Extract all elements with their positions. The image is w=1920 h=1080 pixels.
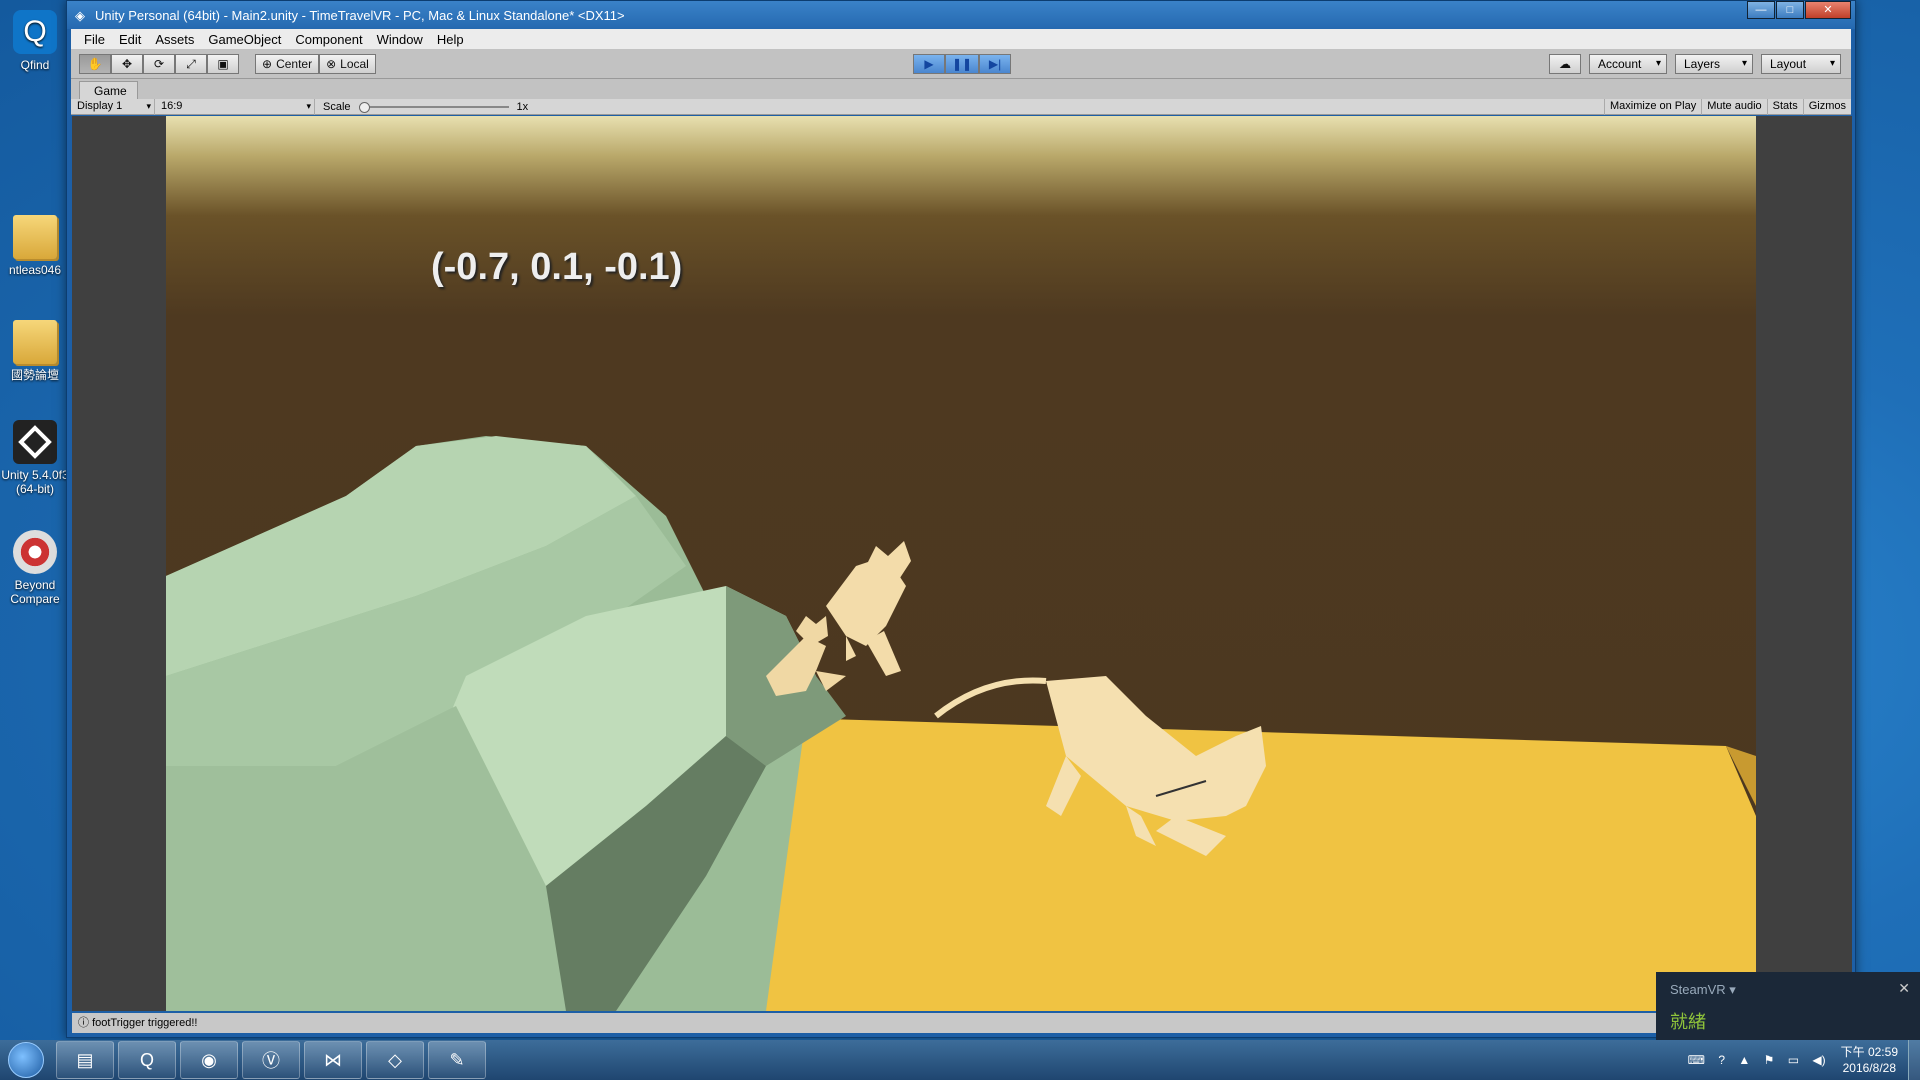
- clock-date: 2016/8/28: [1842, 1061, 1896, 1075]
- display-dropdown[interactable]: Display 1: [71, 98, 155, 115]
- pause-button[interactable]: ❚❚: [945, 54, 980, 74]
- title-bar[interactable]: ◈ Unity Personal (64bit) - Main2.unity -…: [67, 1, 1855, 29]
- desktop-icon-label: Qfind: [20, 58, 50, 72]
- desktop-icon-beyond-compare[interactable]: Beyond Compare: [0, 530, 70, 606]
- local-icon: ⊗: [326, 57, 337, 71]
- account-dropdown[interactable]: Account: [1589, 54, 1667, 74]
- pivot-mode-label: Center: [276, 57, 313, 71]
- help-icon[interactable]: ?: [1718, 1053, 1725, 1067]
- tab-game-label: Game: [94, 84, 127, 98]
- close-icon[interactable]: ✕: [1898, 980, 1910, 997]
- menu-file[interactable]: File: [77, 32, 112, 47]
- desktop-icon-folder-2[interactable]: 國勢論壇: [0, 320, 70, 382]
- menu-bar: File Edit Assets GameObject Component Wi…: [71, 29, 1851, 49]
- game-scene[interactable]: (-0.7, 0.1, -0.1): [166, 116, 1756, 1011]
- coordinates-label: (-0.7, 0.1, -0.1): [431, 246, 683, 288]
- start-button[interactable]: [0, 1040, 52, 1080]
- scale-tool-icon[interactable]: ⤢: [175, 54, 207, 74]
- folder-icon: [13, 215, 57, 259]
- close-button[interactable]: ✕: [1805, 1, 1851, 19]
- desktop-icon-label: ntleas046: [8, 263, 62, 277]
- hand-tool-icon[interactable]: ✋: [79, 54, 111, 74]
- unity-icon: ◈: [75, 8, 85, 23]
- menu-assets[interactable]: Assets: [148, 32, 201, 47]
- desktop-icon-label: Unity 5.4.0f3 (64-bit): [1, 468, 69, 496]
- show-desktop-button[interactable]: [1908, 1040, 1920, 1080]
- mute-audio-toggle[interactable]: Mute audio: [1701, 99, 1766, 115]
- unity-icon: [13, 420, 57, 464]
- step-button[interactable]: ▶|: [979, 54, 1012, 74]
- menu-component[interactable]: Component: [288, 32, 369, 47]
- network-icon[interactable]: ▭: [1788, 1053, 1799, 1067]
- scene-render: [166, 436, 1756, 1011]
- pivot-local-button[interactable]: ⊗ Local: [319, 54, 376, 74]
- window-title: Unity Personal (64bit) - Main2.unity - T…: [95, 7, 625, 23]
- beyond-compare-icon: [13, 530, 57, 574]
- tab-row: Game: [71, 79, 1851, 99]
- menu-window[interactable]: Window: [370, 32, 430, 47]
- pivot-icon: ⊕: [262, 57, 273, 71]
- move-tool-icon[interactable]: ✥: [111, 54, 143, 74]
- taskbar: ▤ Q ◉ Ⓥ ⋈ ◇ ✎ ⌨ ? ▲ ⚑ ▭ ◀) 下午 02:59 2016…: [0, 1040, 1920, 1080]
- keyboard-icon[interactable]: ⌨: [1688, 1053, 1705, 1067]
- minimize-button[interactable]: —: [1747, 1, 1775, 19]
- menu-help[interactable]: Help: [430, 32, 471, 47]
- rect-tool-icon[interactable]: ▣: [207, 54, 239, 74]
- desktop-icon-label: Beyond Compare: [10, 578, 60, 606]
- system-tray: ⌨ ? ▲ ⚑ ▭ ◀) 下午 02:59 2016/8/28: [1683, 1040, 1920, 1080]
- tray-icons: ⌨ ? ▲ ⚑ ▭ ◀): [1683, 1053, 1831, 1067]
- maximize-on-play-toggle[interactable]: Maximize on Play: [1604, 99, 1701, 115]
- unity-icon[interactable]: ◇: [366, 1041, 424, 1079]
- play-button[interactable]: ▶: [913, 54, 945, 74]
- flag-icon[interactable]: ⚑: [1764, 1053, 1775, 1067]
- windows-orb-icon: [8, 1042, 44, 1078]
- scale-slider[interactable]: [358, 101, 509, 113]
- unity-window: ◈ Unity Personal (64bit) - Main2.unity -…: [66, 0, 1856, 1038]
- qfind-icon[interactable]: Q: [118, 1041, 176, 1079]
- gizmos-dropdown[interactable]: Gizmos: [1802, 99, 1851, 115]
- clock[interactable]: 下午 02:59 2016/8/28: [1831, 1044, 1908, 1076]
- search-app-icon: Q: [13, 10, 57, 54]
- desktop-icon-label: 國勢論壇: [10, 368, 59, 382]
- pivot-rotation-label: Local: [340, 57, 369, 71]
- chrome-icon[interactable]: ◉: [180, 1041, 238, 1079]
- scale-value: 1x: [516, 100, 529, 113]
- cat-medium: [826, 541, 911, 676]
- folder-icon: [13, 320, 57, 364]
- scale-label: Scale: [323, 100, 351, 113]
- paint-icon[interactable]: ✎: [428, 1041, 486, 1079]
- steamvr-popup[interactable]: SteamVR ▾ 就緒 ✕: [1656, 972, 1920, 1042]
- pivot-center-button[interactable]: ⊕ Center: [255, 54, 320, 74]
- status-bar[interactable]: ⓘ footTrigger triggered!!: [72, 1013, 1852, 1033]
- show-hidden-icon[interactable]: ▲: [1738, 1053, 1750, 1067]
- steamvr-status: 就緒: [1670, 1012, 1706, 1032]
- tab-game[interactable]: Game: [79, 81, 138, 99]
- volume-icon[interactable]: ◀): [1812, 1053, 1825, 1067]
- desktop-icon-qfind[interactable]: Q Qfind: [0, 10, 70, 72]
- desktop-icon-folder-1[interactable]: ntleas046: [0, 215, 70, 277]
- info-icon: ⓘ: [78, 1017, 93, 1029]
- game-viewport[interactable]: (-0.7, 0.1, -0.1): [72, 116, 1852, 1011]
- explorer-icon[interactable]: ▤: [56, 1041, 114, 1079]
- desktop-icon-unity[interactable]: Unity 5.4.0f3 (64-bit): [0, 420, 70, 496]
- main-toolbar: ✋ ✥ ⟳ ⤢ ▣ ⊕ Center ⊗ Local ▶ ❚❚ ▶| ☁ Accou…: [71, 49, 1851, 79]
- status-message: footTrigger triggered!!: [92, 1017, 198, 1029]
- vr-icon[interactable]: Ⓥ: [242, 1041, 300, 1079]
- cloud-icon[interactable]: ☁: [1549, 54, 1581, 74]
- stats-toggle[interactable]: Stats: [1766, 99, 1803, 115]
- clock-time: 下午 02:59: [1840, 1045, 1898, 1059]
- rotate-tool-icon[interactable]: ⟳: [143, 54, 175, 74]
- menu-gameobject[interactable]: GameObject: [201, 32, 288, 47]
- layout-dropdown[interactable]: Layout: [1761, 54, 1841, 74]
- visual-studio-icon[interactable]: ⋈: [304, 1041, 362, 1079]
- steamvr-title[interactable]: SteamVR ▾: [1670, 982, 1736, 998]
- layers-dropdown[interactable]: Layers: [1675, 54, 1753, 74]
- menu-edit[interactable]: Edit: [112, 32, 148, 47]
- aspect-dropdown[interactable]: 16:9: [155, 98, 315, 115]
- game-view-toolbar: Display 1 16:9 Scale 1x Maximize on Play…: [71, 98, 1851, 115]
- maximize-button[interactable]: □: [1776, 1, 1804, 19]
